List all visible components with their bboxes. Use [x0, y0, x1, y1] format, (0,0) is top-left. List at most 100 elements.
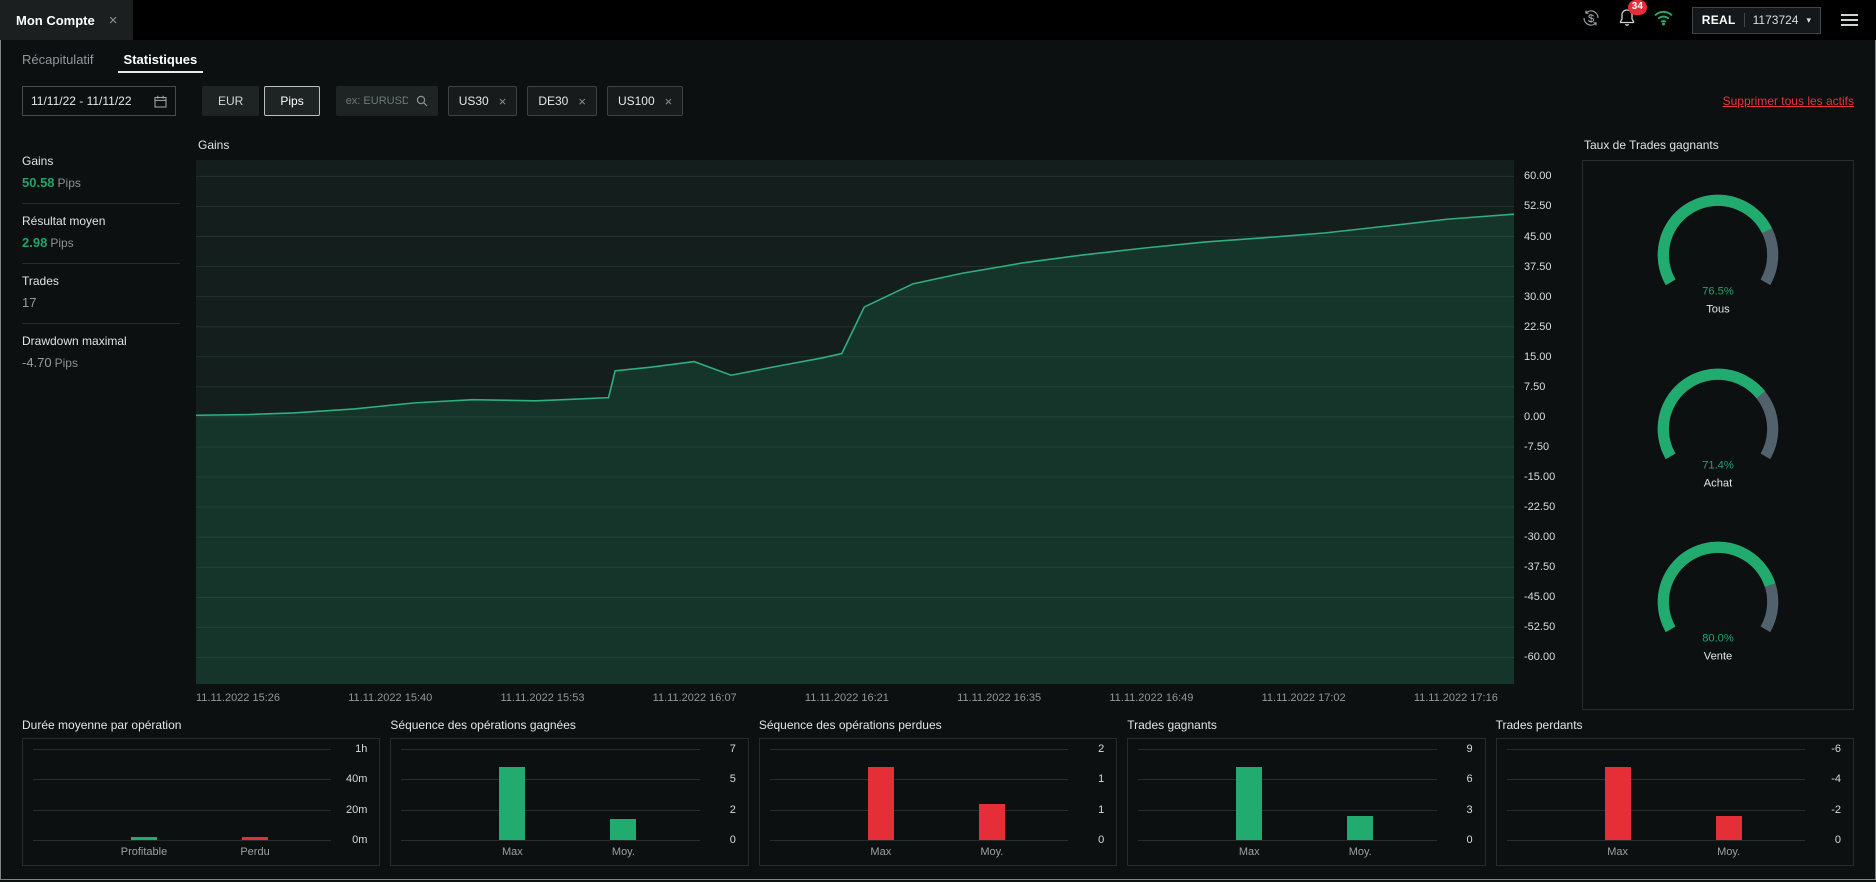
asset-search[interactable]	[335, 86, 438, 116]
chip-close-icon[interactable]: ×	[665, 94, 673, 109]
y-axis-label: -52.50	[1524, 621, 1556, 634]
account-number: 1173724	[1752, 13, 1799, 27]
y-axis-label: -45.00	[1524, 591, 1556, 604]
stat-trades: Trades 17	[22, 264, 180, 324]
svg-text:Vente: Vente	[1704, 651, 1732, 663]
stat-value: 17	[22, 295, 37, 310]
mini-chart-plot: 2 1 1 0 Max Moy.	[758, 738, 1118, 866]
y-axis-label: 0.00	[1524, 410, 1546, 423]
top-bar: Mon Compte × $ 34 REAL 1173724 ▾	[0, 0, 1876, 40]
date-range-picker[interactable]: 11/11/22 - 11/11/22	[22, 86, 176, 116]
mini-chart-losing_trades: Trades perdants -6 -4 -2 0 Max Moy.	[1495, 718, 1855, 866]
mini-chart-title: Durée moyenne par opération	[22, 718, 182, 732]
remove-all-assets-link[interactable]: Supprimer tous les actifs	[1723, 94, 1854, 108]
stat-unit: Pips	[54, 356, 78, 370]
asset-chip-label: US100	[617, 94, 655, 108]
window-tab-label: Mon Compte	[16, 12, 95, 28]
y-axis-label: 52.50	[1524, 200, 1552, 213]
main-content: Gains 50.58 Pips Résultat moyen 2.98 Pips …	[0, 124, 1876, 710]
mini-chart-plot: 7 5 2 0 Max Moy.	[390, 738, 749, 866]
asset-chip-de30[interactable]: DE30 ×	[527, 86, 597, 116]
y-axis-label: 2	[1098, 743, 1105, 755]
bar-moy	[1347, 815, 1374, 840]
summary-sidebar: Gains 50.58 Pips Résultat moyen 2.98 Pips …	[22, 128, 180, 710]
y-axis-label: -15.00	[1524, 471, 1556, 483]
gains-chart-title: Gains	[198, 138, 230, 152]
y-axis-label: 2	[729, 803, 736, 816]
category-label: Moy.	[980, 846, 1004, 858]
tab-statistiques[interactable]: Statistiques	[117, 40, 203, 78]
currency-button[interactable]: EUR	[202, 86, 260, 116]
mini-chart-title: Trades gagnants	[1127, 718, 1217, 732]
y-axis-label: 1	[1098, 773, 1105, 786]
y-axis-label: 37.50	[1524, 260, 1552, 273]
y-axis-label: -37.50	[1524, 561, 1556, 574]
unit-toggle-group: EUR Pips	[202, 86, 320, 116]
svg-text:76.5%: 76.5%	[1702, 285, 1734, 297]
y-axis-label: 30.00	[1524, 290, 1552, 303]
y-axis-label: 1h	[355, 743, 368, 755]
gauge-tous: 76.5% Tous	[1642, 188, 1794, 335]
asset-chip-us30[interactable]: US30 ×	[447, 86, 518, 116]
chevron-down-icon: ▾	[1806, 14, 1811, 25]
chip-close-icon[interactable]: ×	[578, 94, 586, 109]
asset-chip-us100[interactable]: US100 ×	[606, 86, 684, 116]
search-input[interactable]	[343, 94, 410, 108]
x-axis-label: 11.11.2022 17:16	[1413, 692, 1498, 704]
gridline	[401, 809, 700, 811]
y-axis-label: 45.00	[1524, 230, 1552, 243]
stat-value: 2.98	[22, 235, 48, 250]
gains-chart: 60.00 52.50 45.00 37.50 30.00 22.50 15.00 7.50 0…	[196, 160, 1566, 684]
category-label: Perdu	[240, 846, 270, 858]
statistics-tabs: Récapitulatif Statistiques	[0, 40, 1876, 78]
category-label: Max	[1607, 846, 1629, 858]
x-axis-label: 11.11.2022 17:02	[1261, 692, 1346, 704]
account-type-badge: REAL	[1701, 13, 1736, 27]
x-axis-label: 11.11.2022 16:35	[957, 692, 1042, 704]
gauge-achat: 71.4% Achat	[1642, 362, 1794, 509]
gridline	[33, 779, 332, 781]
x-axis-label: 11.11.2022 16:07	[652, 692, 737, 704]
mini-chart-plot: -6 -4 -2 0 Max Moy.	[1495, 738, 1855, 866]
y-axis-label: -2	[1831, 803, 1842, 816]
account-selector[interactable]: REAL 1173724 ▾	[1691, 6, 1821, 34]
gridline	[1506, 779, 1806, 781]
pips-button[interactable]: Pips	[264, 86, 320, 116]
mini-chart-loss_streak: Séquence des opérations perdues 2 1 1 0 Max Mo…	[758, 718, 1118, 866]
currency-exchange-icon[interactable]: $	[1581, 8, 1601, 33]
bar-moy	[1715, 815, 1742, 840]
wifi-icon	[1653, 9, 1674, 31]
gains-chart-panel: Gains 60.00 52.50 45.00 37.50 30.00 22.50 15.0…	[196, 128, 1566, 710]
y-axis-label: -7.50	[1524, 440, 1550, 453]
stat-unit: Pips	[57, 176, 81, 190]
bar-moy	[610, 819, 637, 840]
gridline	[1138, 779, 1437, 781]
date-range-value: 11/11/22 - 11/11/22	[31, 94, 132, 108]
gridline	[33, 809, 332, 811]
asset-chip-label: DE30	[538, 94, 569, 108]
stat-resultat-moyen: Résultat moyen 2.98 Pips	[22, 204, 180, 264]
y-axis-label: 20m	[346, 803, 368, 816]
tab-recapitulatif[interactable]: Récapitulatif	[22, 40, 94, 78]
bar-moy	[978, 803, 1005, 840]
gains-plot-area	[196, 160, 1514, 684]
category-label: Max	[870, 846, 892, 858]
y-axis-label: -4	[1831, 773, 1842, 786]
category-label: Moy.	[1717, 846, 1741, 858]
x-axis-label: 11.11.2022 15:53	[500, 692, 585, 704]
calendar-icon	[154, 95, 167, 108]
chip-close-icon[interactable]: ×	[499, 94, 507, 109]
notifications-button[interactable]: 34	[1619, 0, 1647, 32]
gridline	[769, 809, 1069, 811]
y-axis-label: 15.00	[1524, 350, 1552, 363]
y-axis-label: 5	[729, 773, 736, 786]
gridline	[33, 749, 332, 750]
category-label: Moy.	[611, 846, 635, 858]
bar-max	[867, 767, 894, 840]
y-axis-label: -22.50	[1524, 501, 1556, 514]
stat-label: Drawdown maximal	[22, 334, 127, 348]
window-tab-mon-compte[interactable]: Mon Compte ×	[0, 0, 134, 40]
close-icon[interactable]: ×	[109, 12, 118, 29]
gauge-vente: 80.0% Vente	[1642, 535, 1794, 682]
menu-icon[interactable]	[1839, 10, 1860, 30]
